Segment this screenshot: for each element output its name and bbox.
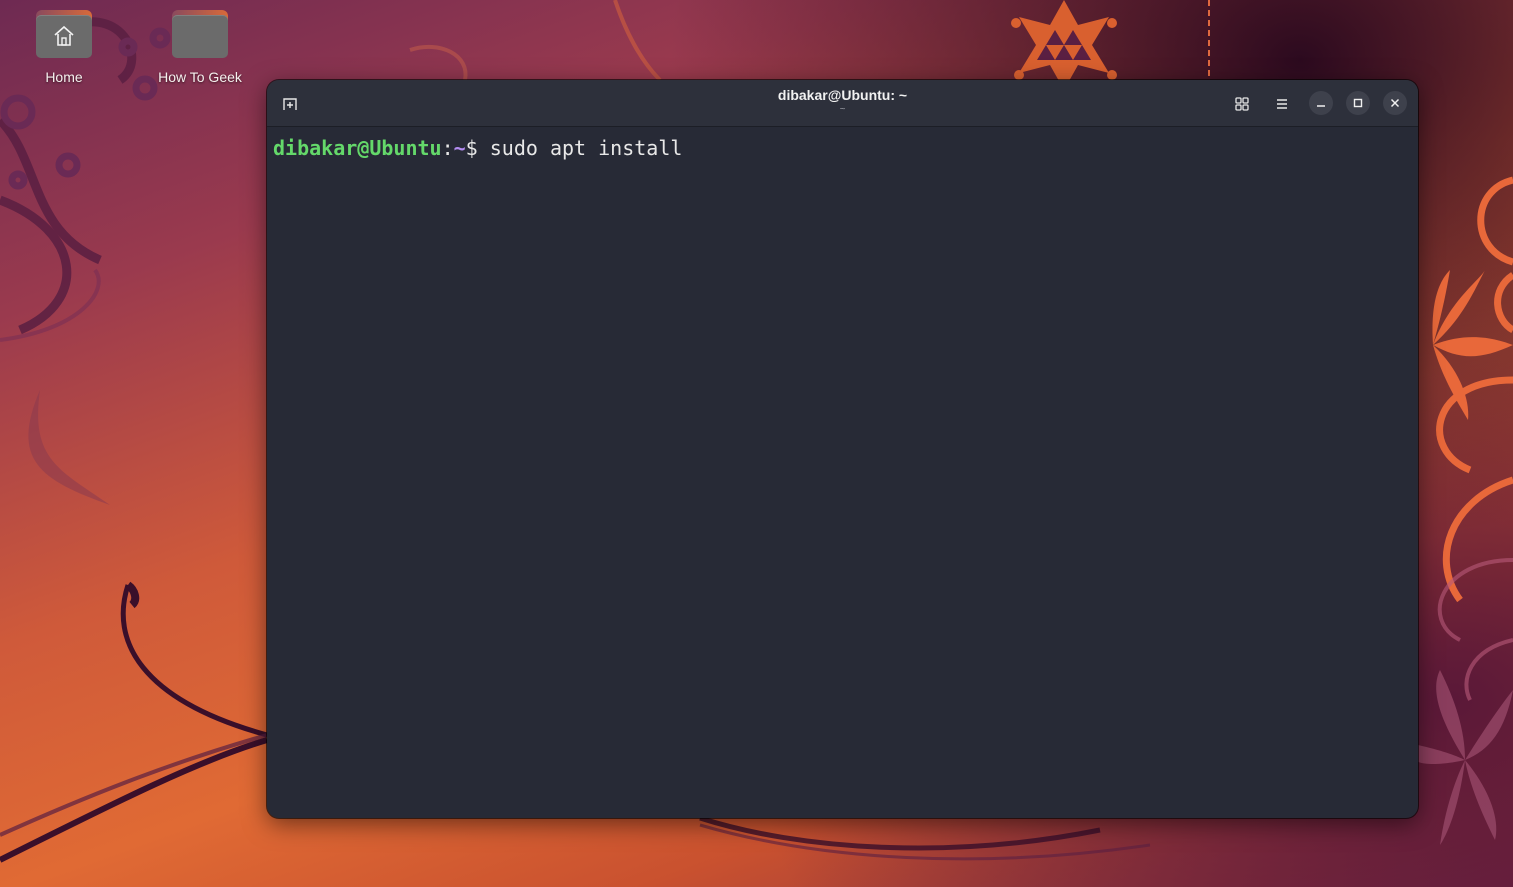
folder-icon	[172, 10, 228, 58]
new-tab-icon	[283, 98, 297, 110]
new-tab-button[interactable]	[277, 91, 303, 117]
desktop-icon-label: How To Geek	[158, 69, 242, 85]
main-menu-button[interactable]	[1269, 91, 1295, 117]
home-folder-icon	[36, 10, 92, 58]
desktop-icon-home[interactable]: Home	[9, 10, 119, 85]
grid-view-icon	[1235, 97, 1249, 111]
window-title: dibakar@Ubuntu: ~	[777, 87, 908, 103]
tab-overview-button[interactable]	[1229, 91, 1255, 117]
window-subtitle: ~	[839, 104, 846, 115]
prompt-separator: :	[441, 136, 454, 160]
close-icon	[1390, 98, 1400, 108]
desktop-icon-label: Home	[45, 69, 83, 85]
maximize-button[interactable]	[1346, 91, 1370, 115]
close-button[interactable]	[1383, 91, 1407, 115]
terminal-window[interactable]: dibakar@Ubuntu: ~ ~ dibakar@Ubuntu:~$ su…	[267, 80, 1418, 818]
command-input[interactable]: sudo apt install	[478, 136, 683, 160]
terminal-output[interactable]: dibakar@Ubuntu:~$ sudo apt install	[273, 136, 682, 160]
maximize-icon	[1353, 98, 1363, 108]
minimize-icon	[1317, 105, 1325, 107]
terminal-headerbar[interactable]: dibakar@Ubuntu: ~ ~	[267, 80, 1418, 127]
prompt-symbol: $	[465, 136, 478, 160]
desktop-icon-how-to-geek[interactable]: How To Geek	[145, 10, 255, 85]
prompt-directory: ~	[453, 136, 466, 160]
hamburger-menu-icon	[1277, 99, 1287, 109]
minimize-button[interactable]	[1309, 91, 1333, 115]
prompt-user-host: dibakar@Ubuntu	[273, 136, 442, 160]
window-title-area: dibakar@Ubuntu: ~ ~	[667, 87, 1018, 115]
